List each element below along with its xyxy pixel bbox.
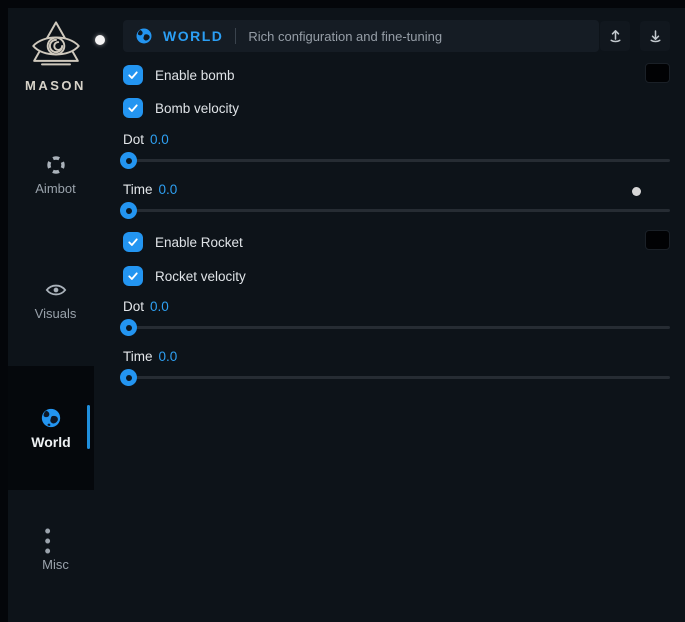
enable-bomb-keybind-box[interactable] xyxy=(645,63,670,83)
bomb-time-slider-handle[interactable] xyxy=(120,202,137,219)
row-bomb-velocity: Bomb velocity xyxy=(123,98,239,118)
check-icon xyxy=(127,69,139,81)
eye-icon xyxy=(45,279,67,301)
export-config-button[interactable] xyxy=(600,21,630,51)
sidebar-item-label: World xyxy=(31,434,70,450)
sidebar-item-label: Visuals xyxy=(35,306,77,321)
enable-rocket-keybind-box[interactable] xyxy=(645,230,670,250)
rocket-dot-slider-track[interactable] xyxy=(123,326,670,329)
rocket-velocity-checkbox[interactable] xyxy=(123,266,143,286)
slider-label-rocket-dot: Dot0.0 xyxy=(123,299,169,314)
page-header: WORLD Rich configuration and fine-tuning xyxy=(123,20,599,52)
import-config-button[interactable] xyxy=(640,21,670,51)
slider-value: 0.0 xyxy=(159,349,178,364)
header-divider xyxy=(235,28,236,44)
sidebar-item-visuals[interactable]: Visuals xyxy=(8,279,103,321)
brand-logo: MASON xyxy=(8,18,103,93)
check-icon xyxy=(127,236,139,248)
slider-value: 0.0 xyxy=(159,182,178,197)
bomb-time-slider-track[interactable] xyxy=(123,209,670,212)
enable-rocket-checkbox[interactable] xyxy=(123,232,143,252)
page-title: WORLD xyxy=(163,28,223,44)
slider-label-bomb-time: Time0.0 xyxy=(123,182,177,197)
check-icon xyxy=(127,270,139,282)
checkbox-label: Bomb velocity xyxy=(155,101,239,116)
bomb-velocity-checkbox[interactable] xyxy=(123,98,143,118)
sidebar-item-misc[interactable]: • • • Misc xyxy=(8,530,103,572)
cursor-dot xyxy=(632,187,641,196)
checkbox-label: Enable Rocket xyxy=(155,235,243,250)
mason-menu-window: MASON Aimbot Visuals xyxy=(8,8,685,622)
slider-value: 0.0 xyxy=(150,299,169,314)
bomb-dot-slider-handle[interactable] xyxy=(120,152,137,169)
slider-label-bomb-dot: Dot0.0 xyxy=(123,132,169,147)
ellipsis-icon: • • • xyxy=(45,530,67,552)
upload-icon xyxy=(607,28,624,45)
sidebar-item-label: Misc xyxy=(42,557,69,572)
rocket-dot-slider-handle[interactable] xyxy=(120,319,137,336)
checkbox-label: Rocket velocity xyxy=(155,269,246,284)
slider-label-rocket-time: Time0.0 xyxy=(123,349,177,364)
mason-eye-triangle-icon xyxy=(28,18,84,74)
sidebar-item-label: Aimbot xyxy=(35,181,75,196)
enable-bomb-checkbox[interactable] xyxy=(123,65,143,85)
brand-name: MASON xyxy=(25,78,86,93)
checkbox-label: Enable bomb xyxy=(155,68,235,83)
crosshair-icon xyxy=(45,154,67,176)
row-enable-bomb: Enable bomb xyxy=(123,65,235,85)
rocket-time-slider-track[interactable] xyxy=(123,376,670,379)
check-icon xyxy=(127,102,139,114)
download-icon xyxy=(647,28,664,45)
slider-value: 0.0 xyxy=(150,132,169,147)
row-enable-rocket: Enable Rocket xyxy=(123,232,243,252)
globe-icon xyxy=(135,27,153,45)
bomb-dot-slider-track[interactable] xyxy=(123,159,670,162)
cursor-dot xyxy=(95,35,105,45)
sidebar: MASON Aimbot Visuals xyxy=(8,8,103,622)
rocket-time-slider-handle[interactable] xyxy=(120,369,137,386)
globe-icon xyxy=(40,407,62,429)
screen: MASON Aimbot Visuals xyxy=(0,0,685,622)
row-rocket-velocity: Rocket velocity xyxy=(123,266,246,286)
page-subtitle: Rich configuration and fine-tuning xyxy=(248,29,442,44)
sidebar-item-aimbot[interactable]: Aimbot xyxy=(8,154,103,196)
active-tab-indicator xyxy=(87,405,90,449)
sidebar-item-world-active[interactable]: World xyxy=(8,366,94,490)
